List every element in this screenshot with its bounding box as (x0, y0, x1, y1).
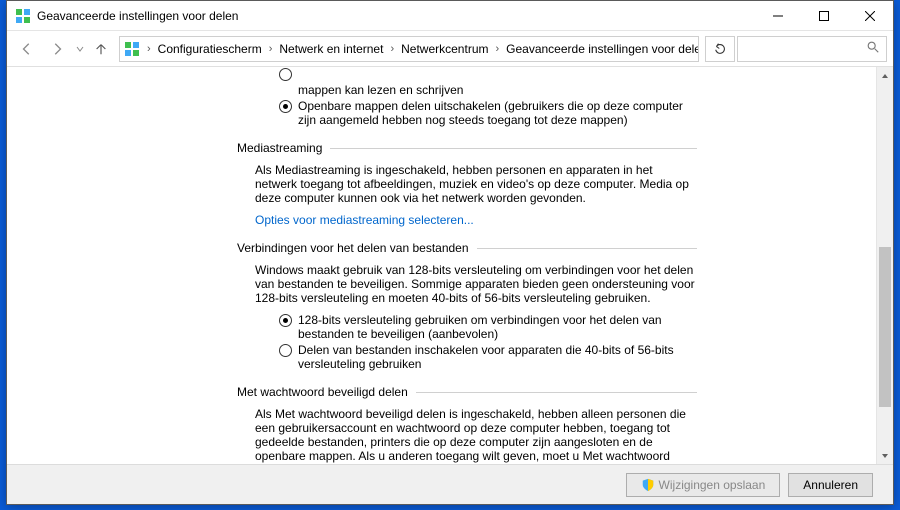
search-icon (866, 40, 880, 57)
section-title: Met wachtwoord beveiligd delen (237, 385, 408, 399)
vertical-scrollbar[interactable] (876, 67, 893, 464)
nav-recent-dropdown[interactable] (73, 35, 87, 63)
option-label: 128-bits versleuteling gebruiken om verb… (298, 313, 697, 341)
window-title: Geavanceerde instellingen voor delen (37, 9, 755, 23)
button-bar: Wijzigingen opslaan Annuleren (7, 464, 893, 504)
breadcrumb-item[interactable]: Geavanceerde instellingen voor delen (506, 42, 699, 56)
refresh-button[interactable] (705, 36, 735, 62)
section-description: Als Mediastreaming is ingeschakeld, hebb… (255, 163, 697, 205)
scroll-track[interactable] (877, 84, 893, 447)
section-description: Als Met wachtwoord beveiligd delen is in… (255, 407, 697, 464)
section-header-mediastreaming: Mediastreaming (237, 141, 697, 155)
save-changes-button[interactable]: Wijzigingen opslaan (626, 473, 781, 497)
shield-icon (641, 478, 655, 492)
section-title: Mediastreaming (237, 141, 322, 155)
nav-back-button[interactable] (13, 35, 41, 63)
nav-forward-button[interactable] (43, 35, 71, 63)
cancel-button[interactable]: Annuleren (788, 473, 873, 497)
scroll-thumb[interactable] (879, 247, 891, 407)
radio-icon[interactable] (279, 100, 292, 113)
radio-128bit-encryption[interactable] (279, 314, 292, 327)
radio-icon[interactable] (279, 68, 292, 81)
breadcrumb-item[interactable]: Netwerkcentrum (401, 42, 488, 56)
minimize-button[interactable] (755, 1, 801, 31)
section-description: Windows maakt gebruik van 128-bits versl… (255, 263, 697, 305)
radio-40-56bit-encryption[interactable] (279, 344, 292, 357)
window: Geavanceerde instellingen voor delen (6, 0, 894, 505)
option-label: Delen van bestanden inschakelen voor app… (298, 343, 697, 371)
search-input[interactable] (737, 36, 887, 62)
section-title: Verbindingen voor het delen van bestande… (237, 241, 469, 255)
titlebar: Geavanceerde instellingen voor delen (7, 1, 893, 31)
divider (416, 392, 697, 393)
breadcrumb[interactable]: › Configuratiescherm › Netwerk en intern… (119, 36, 699, 62)
close-button[interactable] (847, 1, 893, 31)
content-pane: … mappen kan lezen en schrijven Openbare… (7, 67, 876, 464)
chevron-right-icon[interactable]: › (492, 43, 502, 55)
scroll-up-button[interactable] (877, 67, 893, 84)
breadcrumb-item[interactable]: Configuratiescherm (158, 42, 262, 56)
nav-up-button[interactable] (89, 35, 113, 63)
section-header-file-sharing-connections: Verbindingen voor het delen van bestande… (237, 241, 697, 255)
window-controls (755, 1, 893, 31)
chevron-right-icon[interactable]: › (266, 43, 276, 55)
maximize-button[interactable] (801, 1, 847, 31)
option-label: mappen kan lezen en schrijven (298, 83, 697, 97)
control-panel-icon (124, 41, 140, 57)
control-panel-icon (15, 8, 31, 24)
chevron-right-icon[interactable]: › (387, 43, 397, 55)
option-label: Openbare mappen delen uitschakelen (gebr… (298, 99, 697, 127)
chevron-right-icon[interactable]: › (144, 43, 154, 55)
breadcrumb-item[interactable]: Netwerk en internet (279, 42, 383, 56)
divider (330, 148, 697, 149)
button-label: Wijzigingen opslaan (659, 478, 766, 492)
option-label: … (298, 67, 697, 69)
button-label: Annuleren (803, 478, 858, 492)
divider (477, 248, 697, 249)
navbar: › Configuratiescherm › Netwerk en intern… (7, 31, 893, 67)
scroll-down-button[interactable] (877, 447, 893, 464)
media-streaming-options-link[interactable]: Opties voor mediastreaming selecteren... (255, 213, 474, 227)
section-header-password-protected-sharing: Met wachtwoord beveiligd delen (237, 385, 697, 399)
